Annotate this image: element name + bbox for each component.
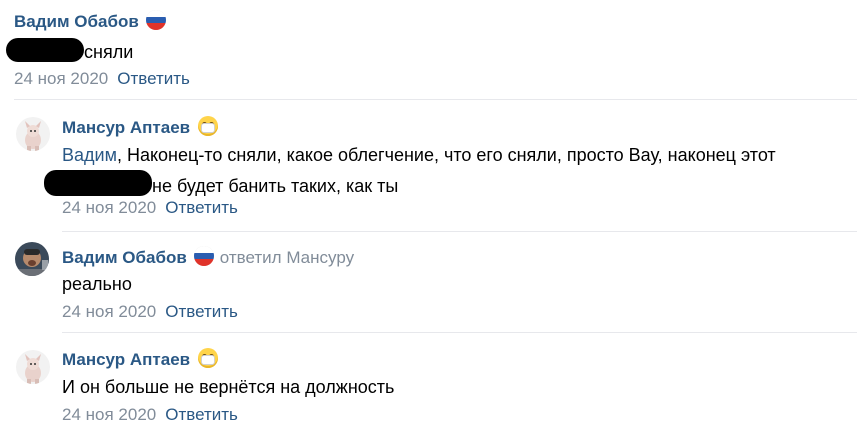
face-with-medical-mask-icon	[198, 116, 219, 136]
comment-date[interactable]: 24 ноя 2020	[62, 198, 156, 217]
comment-1-header: Вадим Обабов	[14, 10, 166, 32]
comment-date[interactable]: 24 ноя 2020	[14, 69, 108, 88]
comment-1-body: сняли	[6, 38, 133, 63]
comment-2-header: Мансур Аптаев	[62, 116, 219, 138]
comment-text: реально	[62, 274, 132, 294]
avatar[interactable]	[15, 242, 49, 276]
comment-3-meta: 24 ноя 2020 Ответить	[62, 302, 238, 322]
reply-button[interactable]: Ответить	[117, 69, 190, 88]
comment-text: И он больше не вернётся на должность	[62, 377, 395, 397]
russia-flag-icon	[193, 246, 214, 266]
mention-link[interactable]: Вадим	[62, 145, 117, 165]
comment-1-meta: 24 ноя 2020 Ответить	[14, 69, 190, 89]
separator	[62, 332, 857, 333]
comment-4-meta: 24 ноя 2020 Ответить	[62, 405, 238, 425]
separator	[14, 99, 857, 100]
russia-flag-icon	[145, 10, 166, 30]
comment-3-header: Вадим Обабов ответил Мансуру	[62, 246, 354, 268]
comment-author[interactable]: Мансур Аптаев	[62, 118, 190, 137]
comment-text: сняли	[84, 42, 134, 62]
comment-4-body: И он больше не вернётся на должность	[62, 377, 394, 398]
redacted-block	[44, 170, 152, 196]
comment-2-body-line2: не будет банить таких, как ты	[44, 170, 398, 197]
comment-text: не будет банить таких, как ты	[152, 176, 399, 196]
comment-author[interactable]: Вадим Обабов	[14, 12, 139, 31]
comment-date[interactable]: 24 ноя 2020	[62, 405, 156, 424]
comment-author[interactable]: Мансур Аптаев	[62, 350, 190, 369]
separator	[62, 231, 857, 232]
comment-author[interactable]: Вадим Обабов	[62, 248, 187, 267]
reply-to-label[interactable]: ответил Мансуру	[220, 248, 354, 267]
reply-button[interactable]: Ответить	[165, 198, 238, 217]
comment-date[interactable]: 24 ноя 2020	[62, 302, 156, 321]
face-with-medical-mask-icon	[198, 348, 219, 368]
avatar[interactable]	[16, 117, 50, 151]
comment-4-header: Мансур Аптаев	[62, 348, 219, 370]
comment-text: , Наконец-то сняли, какое облегчение, чт…	[116, 145, 776, 165]
redacted-block	[6, 38, 84, 62]
avatar[interactable]	[16, 350, 50, 384]
reply-button[interactable]: Ответить	[165, 405, 238, 424]
comment-2-body-line1: Вадим, Наконец-то сняли, какое облегчени…	[62, 145, 776, 166]
comment-3-body: реально	[62, 274, 132, 295]
comment-2-meta: 24 ноя 2020 Ответить	[62, 198, 238, 218]
reply-button[interactable]: Ответить	[165, 302, 238, 321]
